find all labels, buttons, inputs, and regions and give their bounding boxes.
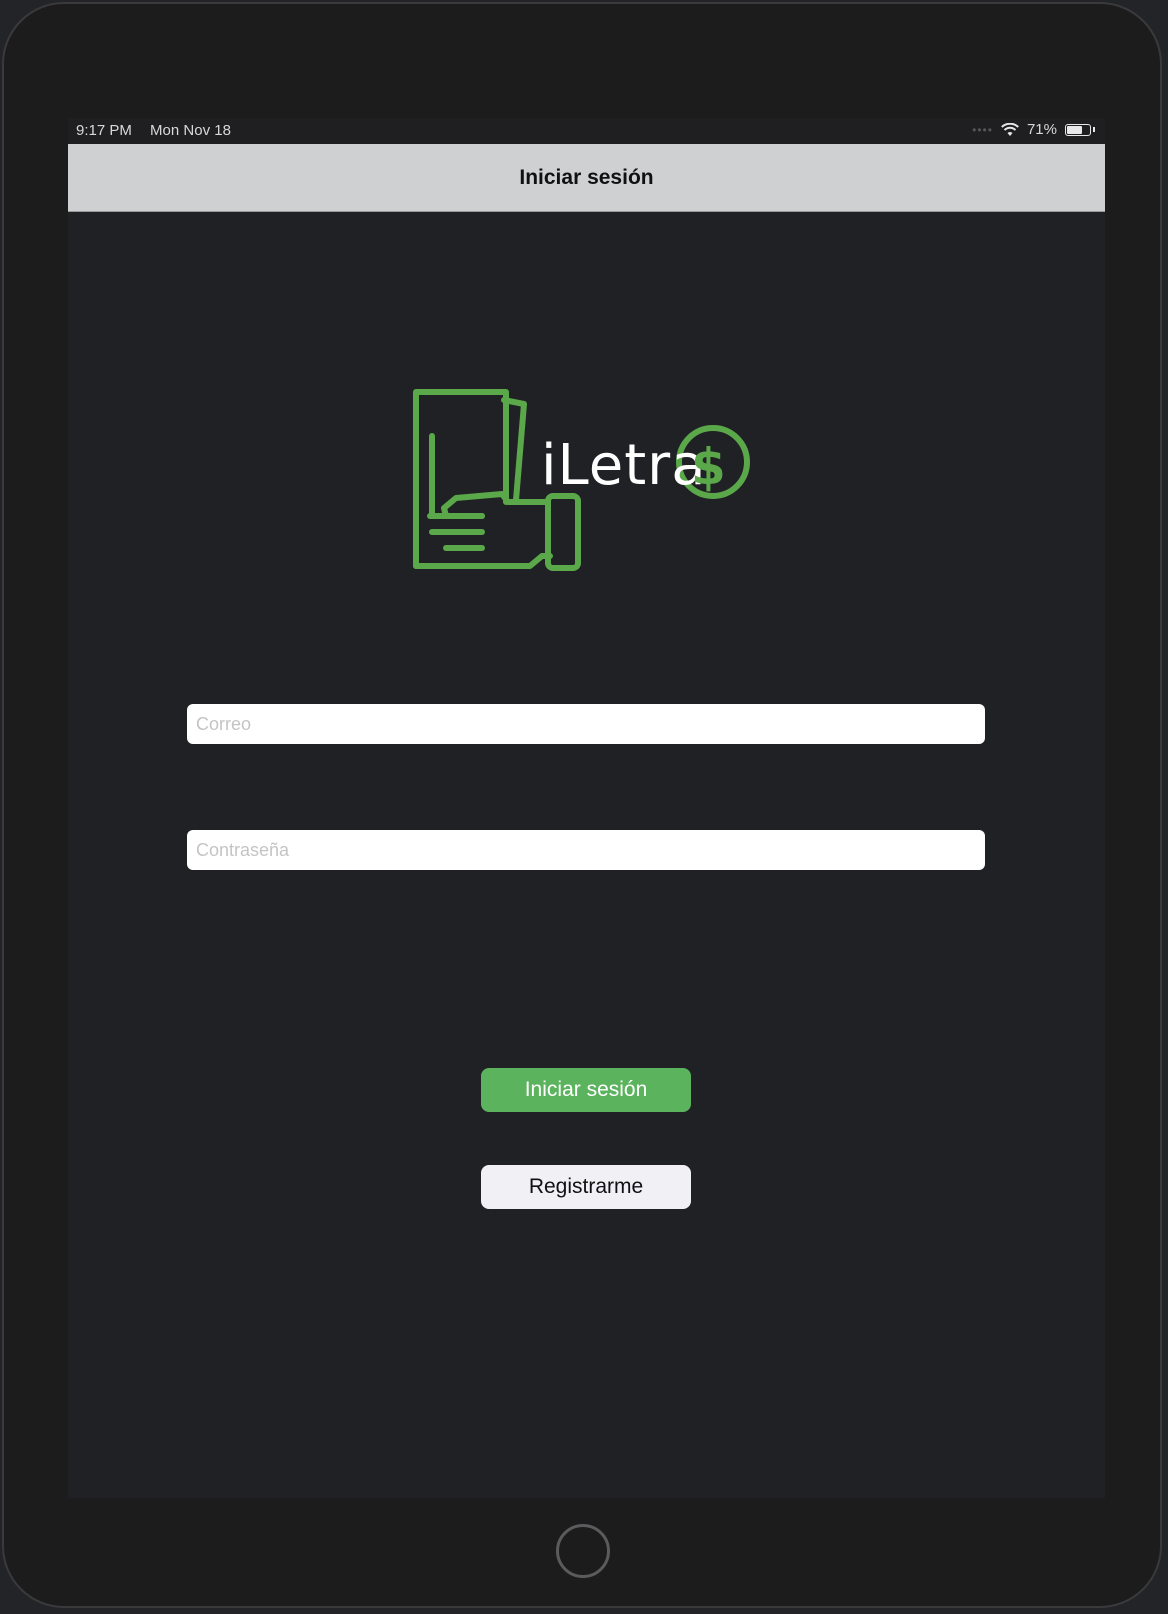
battery-percent: 71%	[1026, 121, 1057, 138]
register-button-label: Registrarme	[528, 1175, 644, 1198]
logo-text: iLetra	[541, 433, 707, 498]
home-button[interactable]	[556, 1524, 610, 1578]
status-bar: 9:17 PM Mon Nov 18 •••• 71%	[68, 118, 1105, 144]
nav-title: Iniciar sesión	[519, 165, 654, 189]
ipad-device-frame: 9:17 PM Mon Nov 18 •••• 71% Iniciar sesi…	[2, 2, 1162, 1608]
status-left: 9:17 PM Mon Nov 18	[76, 122, 231, 139]
register-button[interactable]: Registrarme	[481, 1165, 691, 1209]
email-field[interactable]	[187, 704, 985, 744]
battery-nub	[1093, 127, 1095, 132]
battery-icon	[1065, 123, 1091, 136]
battery-fill	[1067, 125, 1082, 134]
navigation-bar: Iniciar sesión	[68, 144, 1105, 212]
login-button[interactable]: Iniciar sesión	[481, 1068, 691, 1112]
app-screen: 9:17 PM Mon Nov 18 •••• 71% Iniciar sesi…	[68, 118, 1105, 1498]
password-field[interactable]	[187, 830, 985, 870]
iletras-logo: iLetra $	[413, 389, 750, 571]
cellular-signal-icon: ••••	[972, 122, 993, 137]
status-time: 9:17 PM	[76, 122, 132, 139]
status-right: •••• 71%	[972, 121, 1095, 138]
wifi-icon	[1001, 122, 1019, 136]
dollar-sign-icon: $	[691, 438, 726, 496]
login-button-label: Iniciar sesión	[524, 1078, 648, 1101]
status-date: Mon Nov 18	[150, 122, 231, 139]
